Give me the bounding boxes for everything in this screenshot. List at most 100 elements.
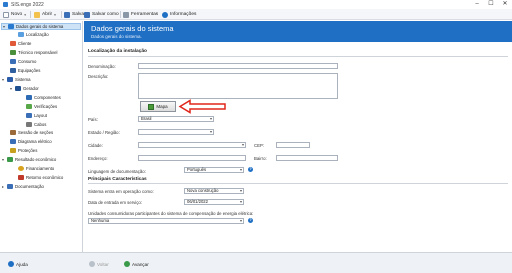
collapse-icon: ▸ (1, 184, 4, 189)
tree-item-label: Diagrama elétrico (18, 139, 52, 144)
map-button-label: Mapa (156, 104, 168, 109)
district-field[interactable] (276, 155, 338, 161)
tree-item-verifications[interactable]: Verificações (26, 103, 57, 110)
tree-item-layout[interactable]: Layout (26, 112, 47, 119)
cep-field[interactable] (276, 142, 310, 148)
doc-language-select[interactable]: Português ▾ (184, 167, 244, 173)
chevron-down-icon: ▾ (209, 129, 212, 134)
cable-icon (26, 122, 32, 127)
toolbar-separator (120, 11, 121, 18)
tree-item-documentation[interactable]: ▸ Documentação (1, 183, 44, 190)
description-field[interactable] (138, 73, 338, 99)
save-as-button[interactable]: Salvar como (84, 10, 119, 19)
operation-select[interactable]: Nova construção ▾ (184, 188, 244, 194)
tree-item-components[interactable]: Componentes (26, 94, 61, 101)
consumer-units-select[interactable]: Nenhuma ▾ (88, 218, 244, 224)
tree-item-label: Dados gerais do sistema (16, 24, 64, 29)
diagram-icon (10, 139, 16, 144)
operation-label: Sistema entra em operação como: (88, 189, 154, 194)
denomination-field[interactable] (138, 63, 338, 69)
city-select[interactable]: ▾ (138, 142, 246, 148)
back-arrow-icon (89, 261, 95, 267)
maximize-button[interactable]: ☐ (484, 0, 498, 9)
app-icon (3, 2, 8, 7)
save-as-label: Salvar como (92, 12, 119, 17)
tree-item-label: Localização (26, 32, 49, 37)
info-icon (162, 11, 168, 18)
map-icon (148, 103, 155, 110)
tree-item-label: Equipações (18, 68, 41, 73)
tree-item-system[interactable]: ▾ Sistema (1, 76, 31, 83)
tree-item-label: Financiamento (26, 166, 55, 171)
district-label: Bairro: (254, 156, 267, 161)
tree-item-technician[interactable]: Técnico responsável (10, 49, 57, 56)
shield-icon (10, 148, 16, 153)
open-button[interactable]: Abrir ▾ (34, 10, 56, 19)
save-button[interactable]: Salvar (64, 10, 86, 19)
back-button-label: Voltar (97, 261, 109, 267)
tree-item-equipment[interactable]: Equipações (10, 67, 40, 74)
tree-item-cables[interactable]: Cabos (26, 121, 46, 128)
tree-item-economic-return[interactable]: Retorno econômico (18, 174, 63, 181)
bottom-bar: Ajuda Voltar Avançar (0, 252, 512, 273)
next-button-label: Avançar (132, 261, 149, 267)
navigation-tree: ▾ Dados gerais do sistema Localização Cl… (0, 21, 83, 252)
service-date-picker[interactable]: 06/01/2022 ▾ (184, 199, 244, 205)
info-button[interactable]: Informações (162, 10, 196, 19)
state-select[interactable]: ▾ (138, 129, 214, 135)
next-arrow-icon (124, 261, 130, 267)
tree-item-label: Proteções (18, 148, 38, 153)
close-button[interactable]: ✕ (498, 0, 512, 9)
help-button-label: Ajuda (16, 261, 28, 267)
tree-item-financing[interactable]: Financiamento (18, 165, 54, 172)
tree-item-label: Consumo (18, 59, 37, 64)
tree-item-consumption[interactable]: Consumo (10, 58, 36, 65)
system-icon (7, 77, 13, 82)
red-arrow-annotation (178, 99, 226, 114)
operation-value: Nova construção (187, 188, 219, 193)
address-field[interactable] (138, 155, 246, 161)
tree-item-client[interactable]: Cliente (10, 40, 31, 47)
cep-label: CEP: (254, 143, 265, 148)
page-title: Dados gerais do sistema (91, 24, 174, 33)
tree-item-protections[interactable]: Proteções (10, 147, 37, 154)
new-button[interactable]: Novo ▾ (3, 10, 26, 19)
tree-item-sections[interactable]: Sessão de seções (10, 129, 53, 136)
tools-button[interactable]: Ferramentas (123, 10, 158, 19)
tree-item-diagram[interactable]: Diagrama elétrico (10, 138, 52, 145)
service-date-label: Data de entrada em serviço: (88, 200, 142, 205)
back-button[interactable]: Voltar (89, 260, 109, 268)
tree-item-label: Sistema (15, 77, 31, 82)
coin-icon (18, 166, 24, 171)
collapse-icon: ▾ (1, 157, 4, 162)
minimize-button[interactable]: – (470, 0, 484, 9)
tree-item-label: Componentes (34, 95, 61, 100)
tree-item-label: Gerador (23, 86, 39, 91)
chevron-down-icon: ▾ (24, 12, 26, 17)
help-icon[interactable]: ? (248, 218, 253, 223)
consumer-units-value: Nenhuma (91, 218, 110, 223)
help-icon[interactable]: ? (248, 167, 253, 172)
help-button[interactable]: Ajuda (8, 260, 28, 268)
folder-icon (34, 11, 40, 18)
consumer-units-label: Unidades consumidoras participantes do s… (88, 211, 254, 216)
tree-item-generator[interactable]: ▾ Gerador (9, 85, 39, 92)
window-title: SIS.engx 2022 (11, 1, 44, 8)
denomination-label: Denominação: (88, 64, 116, 69)
characteristics-section-title: Principais Características (88, 177, 147, 182)
page-header: Dados gerais do sistema Dados gerais do … (84, 21, 512, 42)
layout-icon (26, 113, 32, 118)
map-button[interactable]: Mapa (140, 101, 176, 112)
service-date-value: 06/01/2022 (187, 199, 208, 204)
country-select[interactable]: Brasil ▾ (138, 116, 214, 122)
doc-language-value: Português (187, 167, 207, 172)
country-label: País: (88, 117, 98, 122)
next-button[interactable]: Avançar (124, 260, 149, 268)
page-subtitle: Dados gerais do sistema. (91, 34, 142, 39)
technician-icon (10, 50, 16, 55)
tree-item-location[interactable]: Localização (18, 31, 49, 38)
tree-item-general-data[interactable]: ▾ Dados gerais do sistema (1, 23, 81, 30)
new-label: Novo (11, 12, 23, 17)
tree-item-economic-result[interactable]: ▾ Resultado econômico (1, 156, 56, 163)
tree-item-label: Layout (34, 113, 47, 118)
